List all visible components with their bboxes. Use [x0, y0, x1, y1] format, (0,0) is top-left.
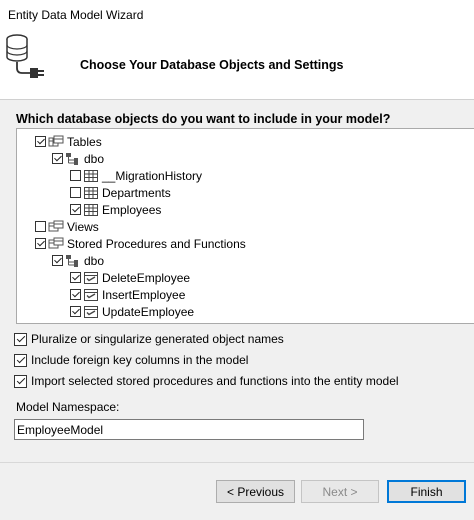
- stored-procedure-icon: [84, 305, 98, 318]
- tree-label: Tables: [67, 134, 102, 149]
- tables-dbo-checkbox[interactable]: [52, 153, 63, 164]
- pluralize-checkbox[interactable]: [14, 332, 27, 346]
- tree-node-employees[interactable]: Employees: [70, 201, 161, 218]
- foreign-keys-checkbox[interactable]: [14, 353, 27, 367]
- tree-node-tables[interactable]: Tables: [35, 133, 102, 150]
- namespace-label: Model Namespace:: [16, 400, 120, 414]
- option-label: Import selected stored procedures and fu…: [31, 374, 399, 388]
- finish-button[interactable]: Finish: [387, 480, 466, 503]
- delete-employee-checkbox[interactable]: [70, 272, 81, 283]
- tree-label: InsertEmployee: [102, 287, 186, 302]
- tree-node-migration-history[interactable]: __MigrationHistory: [70, 167, 202, 184]
- wizard-header: Choose Your Database Objects and Setting…: [0, 28, 474, 100]
- tree-node-procs-dbo[interactable]: dbo: [52, 252, 104, 269]
- database-objects-tree[interactable]: Tables dbo __MigrationHistory Department…: [16, 128, 474, 324]
- tree-label: dbo: [84, 253, 105, 268]
- procs-dbo-checkbox[interactable]: [52, 255, 63, 266]
- option-foreign-keys[interactable]: Include foreign key columns in the model: [14, 352, 248, 368]
- tree-node-update-employee[interactable]: UpdateEmployee: [70, 303, 194, 320]
- tree-label: dbo: [84, 151, 105, 166]
- next-button[interactable]: Next >: [301, 480, 379, 503]
- tree-label: UpdateEmployee: [102, 304, 195, 319]
- tree-node-departments[interactable]: Departments: [70, 184, 171, 201]
- tree-label: __MigrationHistory: [102, 168, 203, 183]
- migration-history-checkbox[interactable]: [70, 170, 81, 181]
- header-title: Choose Your Database Objects and Setting…: [80, 58, 344, 72]
- objects-label: Which database objects do you want to in…: [16, 112, 391, 126]
- tree-node-insert-employee[interactable]: InsertEmployee: [70, 286, 185, 303]
- table-icon: [84, 203, 98, 216]
- option-pluralize[interactable]: Pluralize or singularize generated objec…: [14, 331, 284, 347]
- procedures-folder-icon: [48, 237, 64, 248]
- departments-checkbox[interactable]: [70, 187, 81, 198]
- schema-icon: [66, 152, 78, 165]
- schema-icon: [66, 254, 78, 267]
- tables-folder-icon: [48, 135, 64, 146]
- tree-node-delete-employee[interactable]: DeleteEmployee: [70, 269, 190, 286]
- previous-button[interactable]: < Previous: [216, 480, 295, 503]
- window-title: Entity Data Model Wizard: [8, 8, 144, 22]
- tree-node-stored-procedures[interactable]: Stored Procedures and Functions: [35, 235, 246, 252]
- option-import-procs[interactable]: Import selected stored procedures and fu…: [14, 373, 399, 389]
- tree-node-tables-dbo[interactable]: dbo: [52, 150, 104, 167]
- tree-label: Departments: [102, 185, 171, 200]
- option-label: Include foreign key columns in the model: [31, 353, 249, 367]
- table-icon: [84, 186, 98, 199]
- tree-label: Views: [67, 219, 99, 234]
- views-folder-icon: [48, 220, 64, 231]
- tree-node-views[interactable]: Views: [35, 218, 99, 235]
- stored-procedures-checkbox[interactable]: [35, 238, 46, 249]
- window-titlebar: Entity Data Model Wizard: [0, 0, 474, 28]
- tree-label: DeleteEmployee: [102, 270, 191, 285]
- option-label: Pluralize or singularize generated objec…: [31, 332, 284, 346]
- tables-checkbox[interactable]: [35, 136, 46, 147]
- stored-procedure-icon: [84, 288, 98, 301]
- tree-label: Stored Procedures and Functions: [67, 236, 246, 251]
- namespace-input[interactable]: [14, 419, 364, 440]
- update-employee-checkbox[interactable]: [70, 306, 81, 317]
- employees-checkbox[interactable]: [70, 204, 81, 215]
- footer-divider: [0, 462, 474, 463]
- table-icon: [84, 169, 98, 182]
- stored-procedure-icon: [84, 271, 98, 284]
- tree-label: Employees: [102, 202, 162, 217]
- insert-employee-checkbox[interactable]: [70, 289, 81, 300]
- import-procs-checkbox[interactable]: [14, 374, 27, 388]
- views-checkbox[interactable]: [35, 221, 46, 232]
- database-plug-icon: [6, 34, 44, 78]
